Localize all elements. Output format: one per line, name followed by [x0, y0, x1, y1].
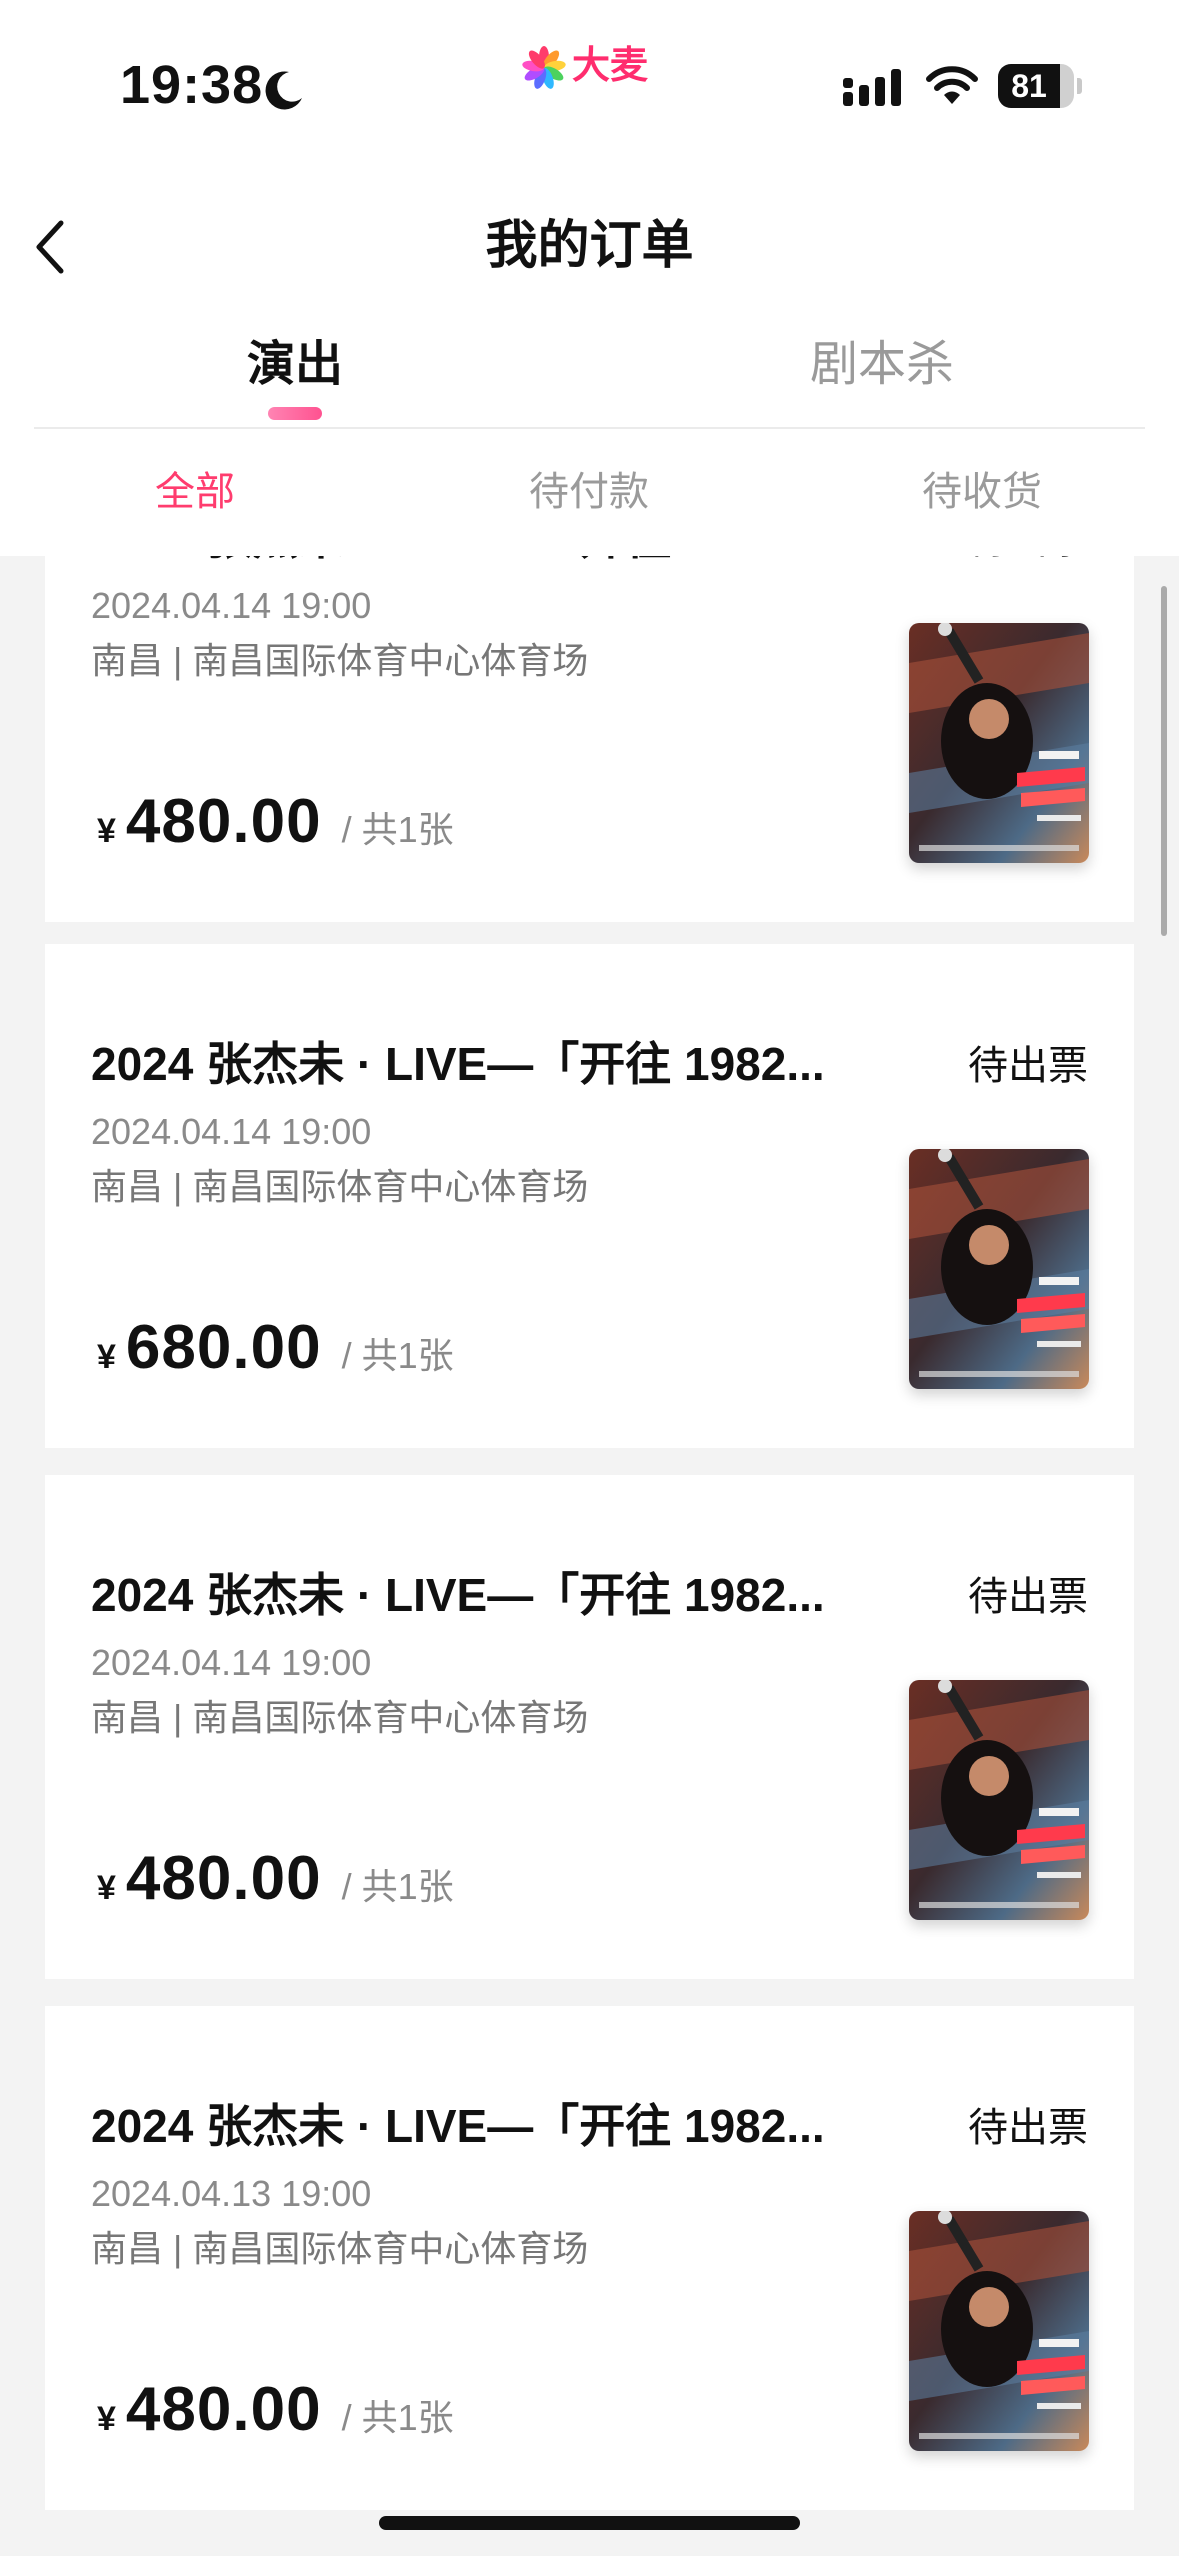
damai-flower-icon: [522, 46, 566, 89]
order-title: 2024 张杰未 · LIVE—「开往 1982...: [91, 2100, 825, 2152]
order-title: 2024 张杰未 · LIVE—「开往 1982...: [91, 1038, 825, 1090]
order-venue: 南昌 | 南昌国际体育中心体育场: [91, 1697, 589, 1738]
order-venue: 南昌 | 南昌国际体育中心体育场: [91, 1166, 589, 1207]
subtab-pending-delivery[interactable]: 待收货: [872, 460, 1092, 524]
ticket-quantity: / 共1张: [341, 2397, 454, 2438]
order-price: ¥ 480.00 / 共1张: [97, 786, 454, 866]
order-datetime: 2024.04.13 19:00: [91, 2173, 372, 2214]
order-status: 待出票: [968, 2106, 1088, 2150]
header-divider: [34, 427, 1145, 429]
price-amount: 480.00: [125, 787, 322, 856]
order-venue: 南昌 | 南昌国际体育中心体育场: [91, 640, 589, 681]
order-price: ¥ 480.00 / 共1张: [97, 2374, 454, 2454]
currency-symbol: ¥: [97, 812, 116, 850]
subtab-pending-payment[interactable]: 待付款: [479, 460, 699, 524]
battery-tip: [1077, 78, 1082, 94]
tab-performance[interactable]: 演出: [165, 330, 425, 440]
battery-icon: 81: [998, 64, 1082, 108]
order-title: 2024 张杰未 · LIVE—「开往 1982...: [91, 1569, 825, 1621]
order-datetime: 2024.04.14 19:00: [91, 1642, 372, 1683]
brand-name: 大麦: [572, 45, 649, 87]
signal-icon: [843, 69, 901, 106]
wifi-icon: [926, 66, 978, 104]
battery-level: 81: [1011, 68, 1047, 104]
ticket-quantity: / 共1张: [341, 809, 454, 850]
order-card[interactable]: 2024 张杰未 · LIVE—「开往 1982... 待出票 2024.04.…: [45, 1475, 1134, 1979]
currency-symbol: ¥: [97, 1869, 116, 1907]
order-price: ¥ 480.00 / 共1张: [97, 1843, 454, 1923]
home-indicator[interactable]: [379, 2516, 800, 2530]
order-status: 待出票: [968, 1044, 1088, 1088]
tab-script-murder[interactable]: 剧本杀: [752, 330, 1012, 440]
moon-icon: [265, 71, 302, 110]
order-datetime: 2024.04.14 19:00: [91, 1111, 372, 1152]
price-amount: 480.00: [125, 1844, 322, 1913]
price-amount: 680.00: [125, 1313, 322, 1382]
concert-poster-image: [909, 1680, 1089, 1920]
battery-body: 81: [998, 64, 1074, 108]
subtab-all[interactable]: 全部: [85, 460, 305, 524]
order-card[interactable]: 2024 张杰未 · LIVE—「开往 1982... 待出票 2024.04.…: [45, 556, 1134, 922]
currency-symbol: ¥: [97, 2400, 116, 2438]
header: 我的订单 演出 剧本杀 全部 待付款 待收货: [0, 170, 1179, 556]
order-list: 2024 张杰未 · LIVE—「开往 1982... 待出票 2024.04.…: [0, 556, 1179, 2556]
brand-logo: 大麦: [520, 42, 660, 90]
concert-poster-image: [909, 1149, 1089, 1389]
ticket-quantity: / 共1张: [341, 1335, 454, 1376]
order-card[interactable]: 2024 张杰未 · LIVE—「开往 1982... 待出票 2024.04.…: [45, 2006, 1134, 2510]
scrollbar[interactable]: [1161, 586, 1167, 936]
status-time: 19:38: [120, 55, 264, 115]
price-amount: 480.00: [125, 2375, 322, 2444]
tab-indicator: [268, 407, 322, 420]
order-status: 待出票: [968, 556, 1088, 568]
order-status: 待出票: [968, 1575, 1088, 1619]
page-title: 我的订单: [485, 217, 694, 275]
concert-poster-image: [909, 2211, 1089, 2451]
order-card[interactable]: 2024 张杰未 · LIVE—「开往 1982... 待出票 2024.04.…: [45, 944, 1134, 1448]
concert-poster-image: [909, 623, 1089, 863]
order-venue: 南昌 | 南昌国际体育中心体育场: [91, 2228, 589, 2269]
order-datetime: 2024.04.14 19:00: [91, 585, 372, 626]
order-title: 2024 张杰未 · LIVE—「开往 1982...: [91, 556, 911, 568]
order-price: ¥ 680.00 / 共1张: [97, 1312, 454, 1392]
ticket-quantity: / 共1张: [341, 1866, 454, 1907]
currency-symbol: ¥: [97, 1338, 116, 1376]
status-bar: 19:38 大麦 81: [0, 0, 1179, 170]
